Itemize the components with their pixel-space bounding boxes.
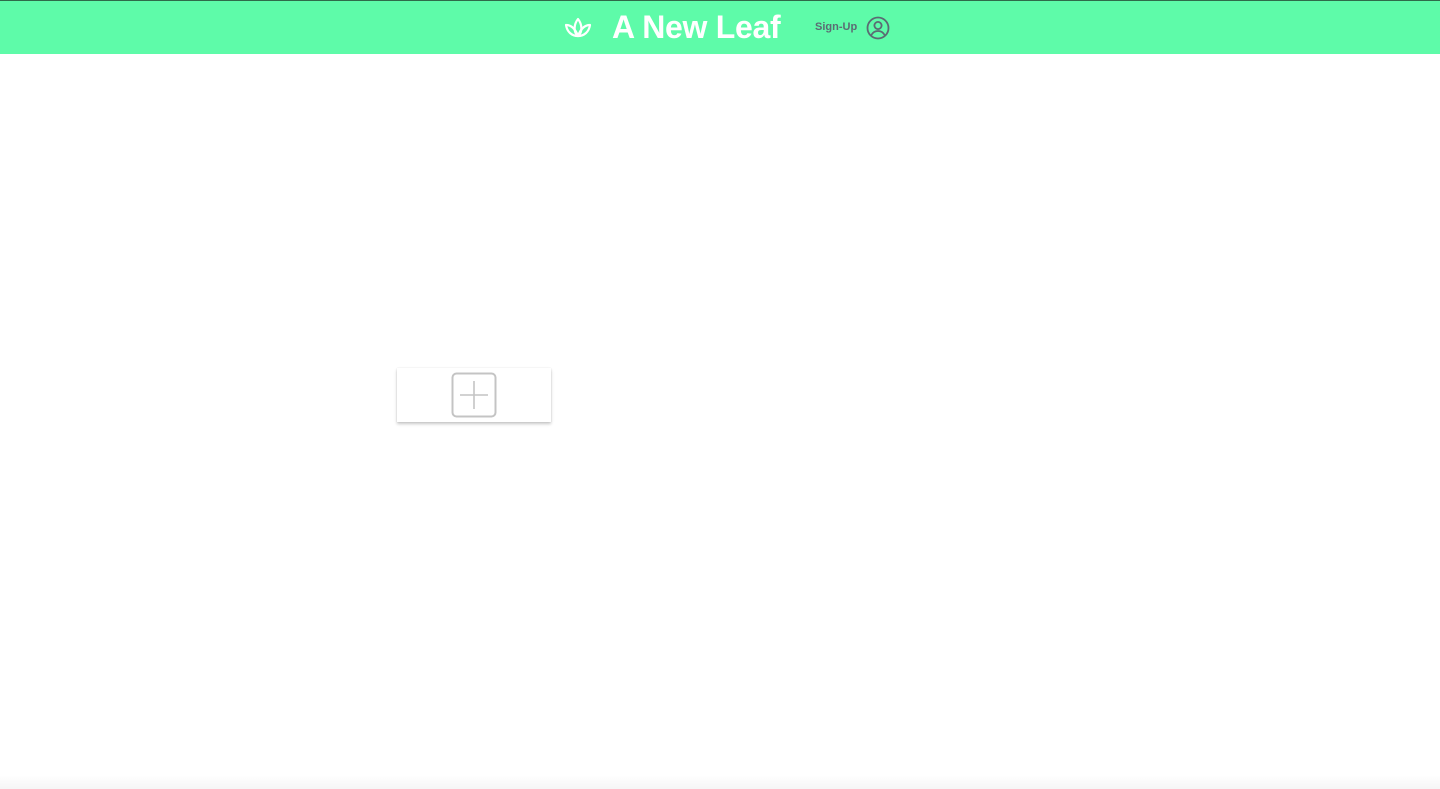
main-content — [0, 54, 1440, 789]
lotus-leaf-icon — [564, 17, 592, 38]
top-navbar: A New Leaf Sign-Up — [0, 0, 1440, 54]
brand-title[interactable]: A New Leaf — [612, 9, 781, 46]
plus-square-icon[interactable] — [451, 372, 497, 418]
user-circle-icon[interactable] — [866, 16, 890, 40]
signup-link[interactable]: Sign-Up — [815, 21, 857, 33]
add-item-card[interactable] — [397, 368, 551, 422]
bottom-edge-shadow — [0, 775, 1440, 789]
